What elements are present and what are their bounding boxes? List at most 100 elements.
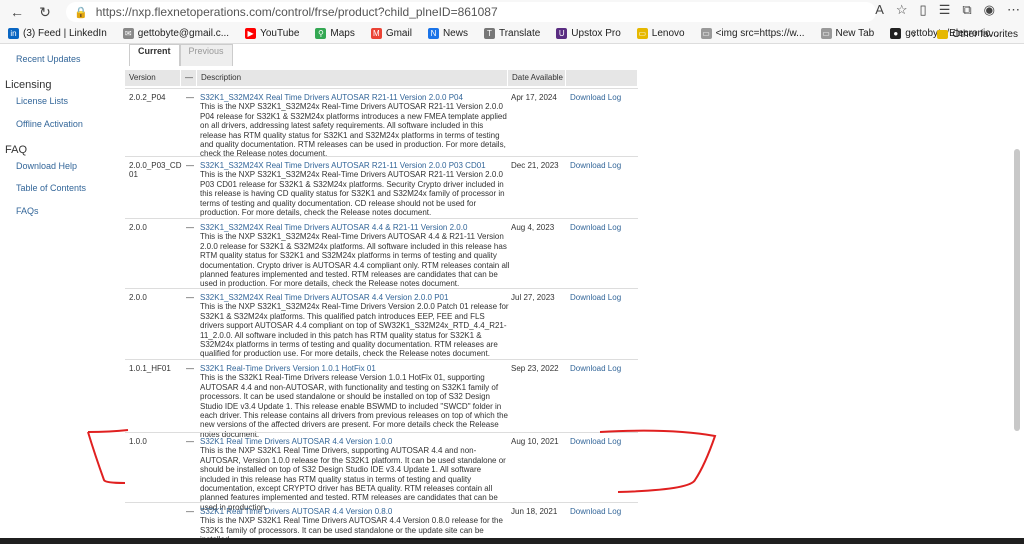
- chevron-right-icon[interactable]: ›: [912, 24, 916, 43]
- row-dash: —: [186, 364, 194, 373]
- header-links: [566, 70, 638, 86]
- row-dash: —: [186, 161, 194, 170]
- upstox-icon: U: [556, 28, 568, 39]
- row-dash: —: [186, 437, 194, 446]
- download-log-link[interactable]: Download Log: [570, 293, 621, 302]
- release-body: This is the S32K1 Real-Time Drivers rele…: [200, 373, 509, 439]
- row-version: 2.0.0_P03_CD01: [129, 161, 182, 180]
- release-title-link[interactable]: S32K1_S32M24X Real Time Drivers AUTOSAR …: [200, 293, 448, 302]
- row-date: Jul 27, 2023: [511, 293, 555, 302]
- row-dash: —: [186, 293, 194, 302]
- bookmark-img-src[interactable]: ▭ <img src=https://w...: [700, 28, 805, 39]
- bookmark-maps[interactable]: ⚲ Maps: [315, 28, 355, 39]
- favorite-star-icon[interactable]: ☆: [896, 2, 908, 18]
- tab-previous[interactable]: Previous: [179, 44, 233, 66]
- release-title-link[interactable]: S32K1 Real-Time Drivers Version 1.0.1 Ho…: [200, 364, 376, 373]
- release-title-link[interactable]: S32K1 Real Time Drivers AUTOSAR 4.4 Vers…: [200, 507, 392, 516]
- folder-icon: ▭: [636, 28, 648, 39]
- row-description: S32K1 Real Time Drivers AUTOSAR 4.4 Vers…: [200, 437, 510, 512]
- profile-icon[interactable]: ◉: [984, 2, 995, 18]
- bookmark-gmail[interactable]: M Gmail: [370, 28, 412, 39]
- browser-actions: A ☆ ▯ ☰ ⧉ ◉ ⋯: [875, 2, 1020, 18]
- sidebar-download-help[interactable]: Download Help: [16, 161, 77, 171]
- download-log-link[interactable]: Download Log: [570, 437, 621, 446]
- tab-current[interactable]: Current: [129, 44, 180, 66]
- page-icon: ▭: [700, 28, 712, 39]
- taskbar: [0, 538, 1024, 544]
- download-log-link[interactable]: Download Log: [570, 223, 621, 232]
- row-description: S32K1_S32M24X Real Time Drivers AUTOSAR …: [200, 161, 510, 217]
- row-date: Dec 21, 2023: [511, 161, 559, 170]
- table-row: — S32K1 Real Time Drivers AUTOSAR 4.4 Ve…: [125, 502, 638, 544]
- header-version: Version: [125, 70, 181, 86]
- release-body: This is the NXP S32K1_S32M24x Real-Time …: [200, 170, 505, 218]
- more-icon[interactable]: ⋯: [1007, 2, 1020, 18]
- releases-table: Version — Description Date Available 2.0…: [125, 70, 638, 544]
- row-description: S32K1_S32M24X Real Time Drivers AUTOSAR …: [200, 293, 510, 359]
- sidebar-faqs[interactable]: FAQs: [16, 206, 39, 216]
- news-icon: N: [427, 28, 439, 39]
- release-title-link[interactable]: S32K1_S32M24X Real Time Drivers AUTOSAR …: [200, 161, 486, 170]
- table-row: 1.0.1_HF01 — S32K1 Real-Time Drivers Ver…: [125, 359, 638, 439]
- row-date: Jun 18, 2021: [511, 507, 558, 516]
- collections-icon[interactable]: ⧉: [962, 2, 971, 18]
- bookmarks-bar: in (3) Feed | LinkedIn ✉ gettobyte@gmail.c…: [0, 24, 1024, 44]
- row-dash: —: [186, 507, 194, 516]
- release-body: This is the NXP S32K1_S32M24x Real-Time …: [200, 232, 510, 289]
- favorites-icon[interactable]: ☰: [939, 2, 951, 18]
- read-aloud-icon[interactable]: A: [875, 2, 884, 18]
- row-dash: —: [186, 93, 194, 102]
- sidebar-recent-updates[interactable]: Recent Updates: [16, 54, 81, 64]
- row-date: Aug 4, 2023: [511, 223, 555, 232]
- page-scrollbar[interactable]: [1014, 44, 1020, 544]
- scrollbar-thumb[interactable]: [1014, 149, 1020, 431]
- download-log-link[interactable]: Download Log: [570, 364, 621, 373]
- bookmark-translate[interactable]: T Translate: [483, 28, 540, 39]
- bookmark-youtube[interactable]: ▶ YouTube: [245, 28, 299, 39]
- row-version: 2.0.2_P04: [129, 93, 166, 102]
- bookmark-upstox[interactable]: U Upstox Pro: [556, 28, 621, 39]
- sidebar-offline-activation[interactable]: Offline Activation: [16, 119, 83, 129]
- mail-icon: ✉: [122, 28, 134, 39]
- split-screen-icon[interactable]: ▯: [920, 2, 927, 18]
- table-row: 2.0.0 — S32K1_S32M24X Real Time Drivers …: [125, 218, 638, 289]
- header-date: Date Available: [508, 70, 566, 86]
- sidebar-heading-licensing: Licensing: [5, 79, 52, 91]
- back-icon[interactable]: ←: [6, 1, 28, 23]
- release-body: This is the NXP S32K1_S32M24x Real-Time …: [200, 102, 507, 159]
- refresh-icon[interactable]: ↻: [34, 1, 56, 23]
- row-date: Apr 17, 2024: [511, 93, 557, 102]
- maps-icon: ⚲: [315, 28, 327, 39]
- sidebar-table-of-contents[interactable]: Table of Contents: [16, 183, 86, 193]
- bookmark-linkedin[interactable]: in (3) Feed | LinkedIn: [8, 28, 107, 39]
- bookmark-news[interactable]: N News: [427, 28, 468, 39]
- release-title-link[interactable]: S32K1_S32M24X Real Time Drivers AUTOSAR …: [200, 223, 467, 232]
- table-row: 2.0.0_P03_CD01 — S32K1_S32M24X Real Time…: [125, 156, 638, 224]
- download-log-link[interactable]: Download Log: [570, 93, 621, 102]
- header-dash: —: [181, 70, 197, 86]
- download-log-link[interactable]: Download Log: [570, 161, 621, 170]
- row-description: S32K1_S32M24X Real Time Drivers AUTOSAR …: [200, 93, 510, 159]
- sidebar-license-lists[interactable]: License Lists: [16, 96, 68, 106]
- url-text: https://nxp.flexnetoperations.com/contro…: [95, 5, 498, 19]
- browser-toolbar: ← ↻ 🔒 https://nxp.flexnetoperations.com/…: [0, 0, 1024, 24]
- github-icon: ●: [890, 28, 902, 39]
- page-icon: ▭: [820, 28, 832, 39]
- address-bar[interactable]: 🔒 https://nxp.flexnetoperations.com/cont…: [66, 2, 876, 22]
- row-version: 1.0.1_HF01: [129, 364, 171, 373]
- table-row: 2.0.2_P04 — S32K1_S32M24X Real Time Driv…: [125, 88, 638, 159]
- row-dash: —: [186, 223, 194, 232]
- other-favorites[interactable]: Other favorites: [937, 24, 1018, 43]
- table-row: 2.0.0 — S32K1_S32M24X Real Time Drivers …: [125, 288, 638, 362]
- lock-icon: 🔒: [74, 6, 88, 19]
- download-log-link[interactable]: Download Log: [570, 507, 621, 516]
- bookmark-new-tab[interactable]: ▭ New Tab: [820, 28, 874, 39]
- release-title-link[interactable]: S32K1 Real Time Drivers AUTOSAR 4.4 Vers…: [200, 437, 392, 446]
- folder-icon: [937, 29, 949, 39]
- row-date: Aug 10, 2021: [511, 437, 559, 446]
- bookmark-gmail-account[interactable]: ✉ gettobyte@gmail.c...: [122, 28, 229, 39]
- youtube-icon: ▶: [245, 28, 257, 39]
- release-title-link[interactable]: S32K1_S32M24X Real Time Drivers AUTOSAR …: [200, 93, 463, 102]
- bookmark-lenovo[interactable]: ▭ Lenovo: [636, 28, 685, 39]
- header-description: Description: [197, 70, 508, 86]
